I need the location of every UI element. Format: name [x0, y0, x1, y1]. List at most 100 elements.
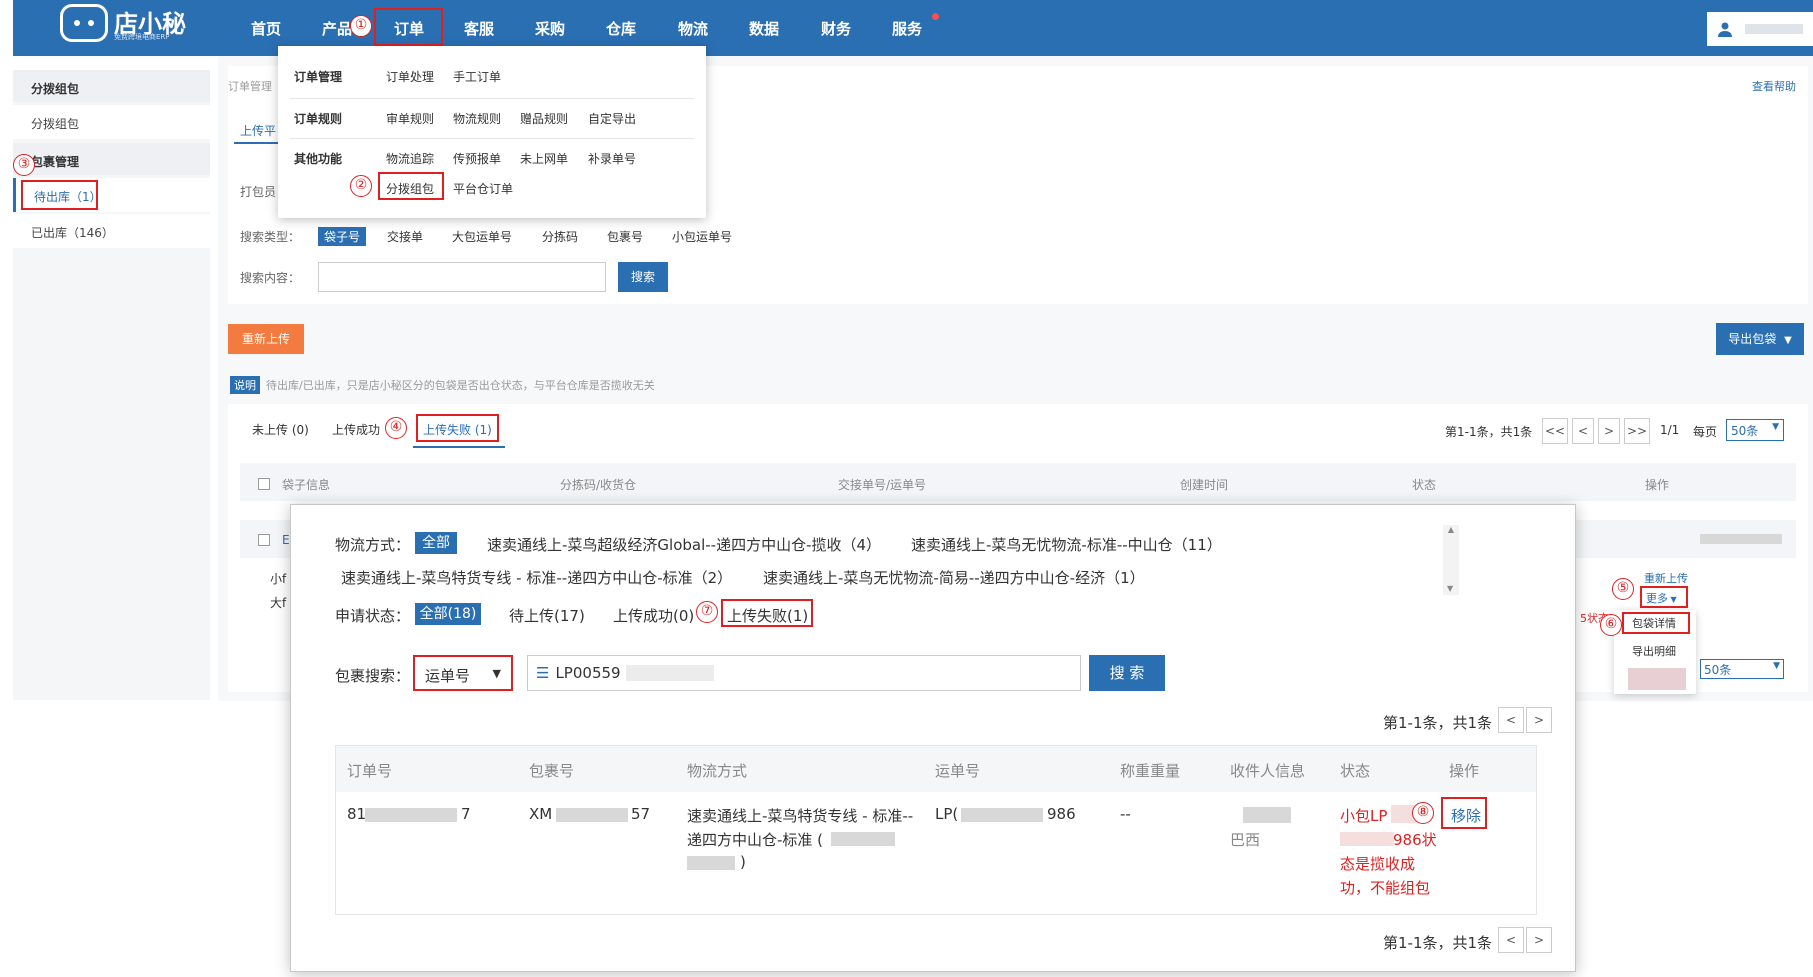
- highlight-dd-sort-pack: [378, 172, 444, 200]
- package-search-input[interactable]: ☰ LP00559: [527, 655, 1081, 691]
- packer-label: 打包员: [240, 185, 277, 199]
- modal-pager-next-bottom[interactable]: >: [1526, 927, 1552, 953]
- logistics-blur: [831, 832, 895, 846]
- modal-pager-prev[interactable]: <: [1498, 707, 1524, 733]
- cell-order-no-b: 7: [461, 805, 471, 823]
- highlight-sidebar-pending: [21, 180, 98, 210]
- row-pager-partial: 50条 ▼: [1700, 659, 1784, 679]
- chevron-down-icon: ▼: [1773, 661, 1780, 671]
- dd-order-processing[interactable]: 订单处理: [386, 68, 434, 85]
- package-search-select[interactable]: 运单号 ▼: [413, 655, 513, 691]
- pager-first[interactable]: <<: [1542, 418, 1568, 444]
- row-reupload-link[interactable]: 重新上传: [1644, 570, 1688, 586]
- notification-dot: [932, 13, 939, 20]
- tab-not-uploaded[interactable]: 未上传 (0): [252, 421, 309, 438]
- annotation-5: ⑤: [1612, 578, 1634, 600]
- row-partial-text: 大f: [270, 596, 287, 610]
- nav-purchase[interactable]: 采购: [535, 18, 565, 39]
- pager-next[interactable]: >: [1598, 418, 1620, 444]
- help-link[interactable]: 查看帮助: [1752, 78, 1796, 94]
- row-checkbox[interactable]: [258, 534, 270, 546]
- tab-underline: [413, 446, 505, 448]
- nav-finance[interactable]: 财务: [821, 18, 851, 39]
- sidebar-item-shipped[interactable]: 已出库（146）: [13, 214, 210, 248]
- sidebar-item-sort-pack[interactable]: 分拨组包: [13, 105, 210, 139]
- chevron-down-icon: ▼: [1772, 422, 1779, 432]
- nav-warehouse[interactable]: 仓库: [606, 18, 636, 39]
- nav-logistics[interactable]: 物流: [678, 18, 708, 39]
- more-menu-export-detail[interactable]: 导出明细: [1632, 643, 1676, 659]
- nav-product[interactable]: 产品: [322, 18, 352, 39]
- dd-platform-warehouse-order[interactable]: 平台仓订单: [453, 180, 513, 197]
- nav-home[interactable]: 首页: [251, 18, 281, 39]
- more-menu-blur: [1628, 668, 1686, 690]
- status-upload-success[interactable]: 上传成功(0): [613, 605, 694, 626]
- highlight-nav-order: [374, 8, 443, 46]
- col-package-no: 包裹号: [529, 762, 575, 780]
- pager-prev[interactable]: <: [1572, 418, 1594, 444]
- cell-logistics-l1: 速卖通线上-菜鸟特货专线 - 标准--: [687, 807, 914, 825]
- dd-manual-order[interactable]: 手工订单: [453, 68, 501, 85]
- col-bag-info: 袋子信息: [282, 478, 331, 492]
- dd-logistics-tracking[interactable]: 物流追踪: [386, 150, 434, 167]
- status-blur: [1340, 832, 1394, 846]
- dd-divider: [290, 98, 694, 99]
- per-page-select[interactable]: 50条 ▼: [1726, 419, 1784, 441]
- modal-pager-prev-bottom[interactable]: <: [1498, 927, 1524, 953]
- select-all-checkbox[interactable]: [258, 478, 270, 490]
- logistics-scrollbar[interactable]: ▲ ▼: [1443, 525, 1459, 595]
- dd-gift-rules[interactable]: 赠品规则: [520, 110, 568, 127]
- dd-supplement-no[interactable]: 补录单号: [588, 150, 636, 167]
- package-search-button[interactable]: 搜 索: [1089, 655, 1165, 691]
- dd-pre-declare[interactable]: 传预报单: [453, 150, 501, 167]
- cell-package-no-b: 57: [631, 805, 651, 823]
- highlight-tab-upload-failed: [416, 414, 499, 442]
- breadcrumb: 订单管理: [228, 80, 272, 93]
- logistics-option-3[interactable]: 速卖通线上-菜鸟特货专线 - 标准--递四方中山仓-标准（2）: [341, 567, 732, 588]
- tab-upload-success[interactable]: 上传成功: [332, 421, 380, 438]
- cell-logistics-l2: 递四方中山仓-标准 (: [687, 831, 824, 849]
- nav-service[interactable]: 服务: [892, 18, 922, 39]
- search-type-bag-no[interactable]: 袋子号: [318, 227, 367, 246]
- nav-customer-service[interactable]: 客服: [464, 18, 494, 39]
- dd-logistics-rules[interactable]: 物流规则: [453, 110, 501, 127]
- search-button[interactable]: 搜索: [618, 262, 668, 292]
- col-status: 状态: [1412, 478, 1437, 492]
- highlight-remove: [1441, 797, 1487, 829]
- search-type-handover[interactable]: 交接单: [387, 228, 423, 245]
- dd-audit-rules[interactable]: 审单规则: [386, 110, 434, 127]
- search-value-blur: [626, 665, 714, 681]
- receiver-name-blur: [1243, 807, 1291, 823]
- reupload-button[interactable]: 重新上传: [228, 324, 304, 354]
- nav-data[interactable]: 数据: [749, 18, 779, 39]
- search-type-package-no[interactable]: 包裹号: [607, 228, 643, 245]
- logistics-option-4[interactable]: 速卖通线上-菜鸟无忧物流-简易--递四方中山仓-经济（1）: [763, 567, 1145, 588]
- cell-package-no-a: XM: [529, 805, 553, 823]
- col-operation: 操作: [1449, 762, 1480, 780]
- logistics-all-tag[interactable]: 全部: [415, 532, 457, 554]
- col-tracking-no: 运单号: [935, 762, 981, 780]
- dd-custom-export[interactable]: 自定导出: [588, 110, 636, 127]
- logistics-option-1[interactable]: 速卖通线上-菜鸟超级经济Global--递四方中山仓-揽收（4）: [487, 534, 881, 555]
- scroll-down-icon: ▼: [1447, 584, 1454, 593]
- user-menu[interactable]: [1707, 12, 1813, 46]
- search-type-big-package[interactable]: 大包运单号: [452, 228, 512, 245]
- sidebar-group-title: 包裹管理: [13, 143, 210, 175]
- pager-last[interactable]: >>: [1624, 418, 1650, 444]
- search-type-sort-code[interactable]: 分拣码: [542, 228, 578, 245]
- search-type-small-package[interactable]: 小包运单号: [672, 228, 732, 245]
- search-content-input[interactable]: [318, 262, 606, 292]
- package-search-value: LP00559: [555, 664, 621, 682]
- tab-upload-platform[interactable]: 上传平: [240, 122, 276, 139]
- logistics-option-2[interactable]: 速卖通线上-菜鸟无忧物流-标准--中山仓（11）: [911, 534, 1222, 555]
- col-receiver: 收件人信息: [1230, 762, 1306, 780]
- package-no-blur: [556, 808, 628, 822]
- dd-not-online[interactable]: 未上网单: [520, 150, 568, 167]
- scroll-up-icon: ▲: [1447, 525, 1455, 534]
- status-all-tag[interactable]: 全部(18): [415, 603, 481, 625]
- export-bag-button[interactable]: 导出包袋 ▼: [1716, 323, 1804, 355]
- status-pending-upload[interactable]: 待上传(17): [509, 605, 585, 626]
- cell-tracking-a: LP(: [935, 805, 959, 823]
- robot-logo-icon[interactable]: [60, 4, 108, 42]
- modal-pager-next[interactable]: >: [1526, 707, 1552, 733]
